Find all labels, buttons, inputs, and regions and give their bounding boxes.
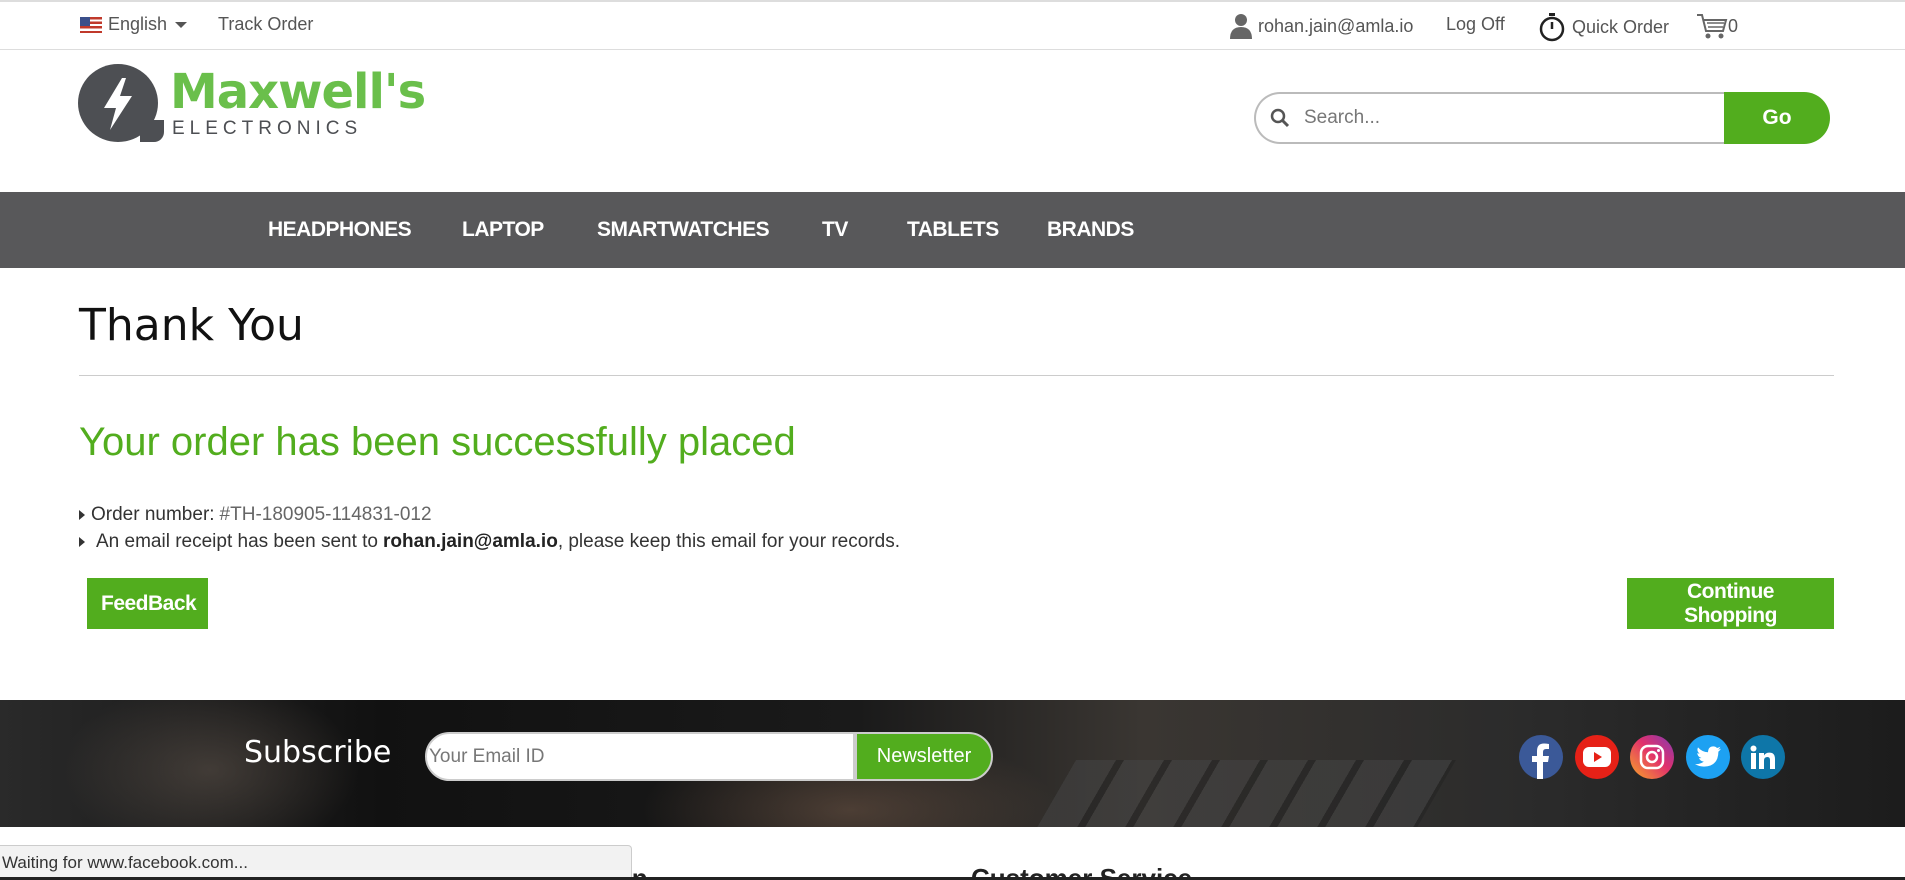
order-number-value: #TH-180905-114831-012 [219,504,432,525]
receipt-prefix: An email receipt has been sent to [96,531,379,552]
account-link[interactable]: rohan.jain@amla.io [1230,13,1413,39]
us-flag-icon [80,16,102,33]
log-off-link[interactable]: Log Off [1446,14,1505,35]
feedback-button[interactable]: FeedBack [87,578,208,629]
track-order-link[interactable]: Track Order [218,14,313,35]
receipt-suffix: , please keep this email for your record… [557,531,900,552]
quick-order-label: Quick Order [1572,16,1670,37]
language-label: English [108,14,168,34]
banner-keyboard-shape [1024,760,1456,827]
language-selector[interactable]: English [80,14,188,35]
order-number-label: Order number: [91,504,215,525]
caret-right-icon [79,537,85,547]
success-message: Your order has been successfully placed [79,420,796,464]
newsletter-email-input[interactable] [425,732,855,781]
lightning-bolt-icon [104,78,132,130]
site-logo[interactable]: Maxwell's ELECTRONICS [78,64,426,146]
chevron-down-icon [175,21,188,28]
nav-brands[interactable]: BRANDS [1047,192,1134,268]
search-go-button[interactable]: Go [1724,92,1830,144]
user-email: rohan.jain@amla.io [1258,15,1414,36]
logo-subtitle: ELECTRONICS [172,118,363,139]
instagram-icon[interactable] [1630,735,1674,779]
receipt-line: An email receipt has been sent to rohan.… [79,531,900,553]
search-box [1254,92,1724,144]
logo-name: Maxwell's [170,64,426,120]
linkedin-icon[interactable] [1741,735,1785,779]
cart-icon [1697,14,1728,39]
cart-count: 0 [1728,15,1739,36]
subscribe-title: Subscribe [244,735,392,770]
cart-link[interactable]: 0 [1696,12,1738,40]
nav-tv[interactable]: TV [822,192,848,268]
page-title: Thank You [79,300,304,351]
facebook-icon[interactable] [1519,735,1563,779]
newsletter-button[interactable]: Newsletter [855,732,993,781]
youtube-icon[interactable] [1575,735,1619,779]
search-input[interactable] [1304,107,1684,129]
twitter-icon[interactable] [1686,735,1730,779]
caret-right-icon [79,510,85,520]
nav-smartwatches[interactable]: SMARTWATCHES [597,192,770,268]
continue-shopping-button[interactable]: Continue Shopping [1627,578,1834,629]
search-icon [1270,108,1290,128]
browser-status-bar: Waiting for www.facebook.com... [0,845,632,880]
user-icon [1230,14,1252,39]
quick-order-link[interactable]: Quick Order [1538,12,1669,42]
title-divider [79,375,1834,376]
nav-headphones[interactable]: HEADPHONES [268,192,412,268]
order-number-line: Order number: #TH-180905-114831-012 [79,504,432,526]
main-navigation: HEADPHONES LAPTOP SMARTWATCHES TV TABLET… [0,192,1905,268]
nav-laptop[interactable]: LAPTOP [462,192,544,268]
top-utility-bar: English Track Order rohan.jain@amla.io L… [0,0,1905,50]
stopwatch-icon [1539,13,1565,42]
nav-tablets[interactable]: TABLETS [907,192,999,268]
receipt-email: rohan.jain@amla.io [383,531,558,552]
